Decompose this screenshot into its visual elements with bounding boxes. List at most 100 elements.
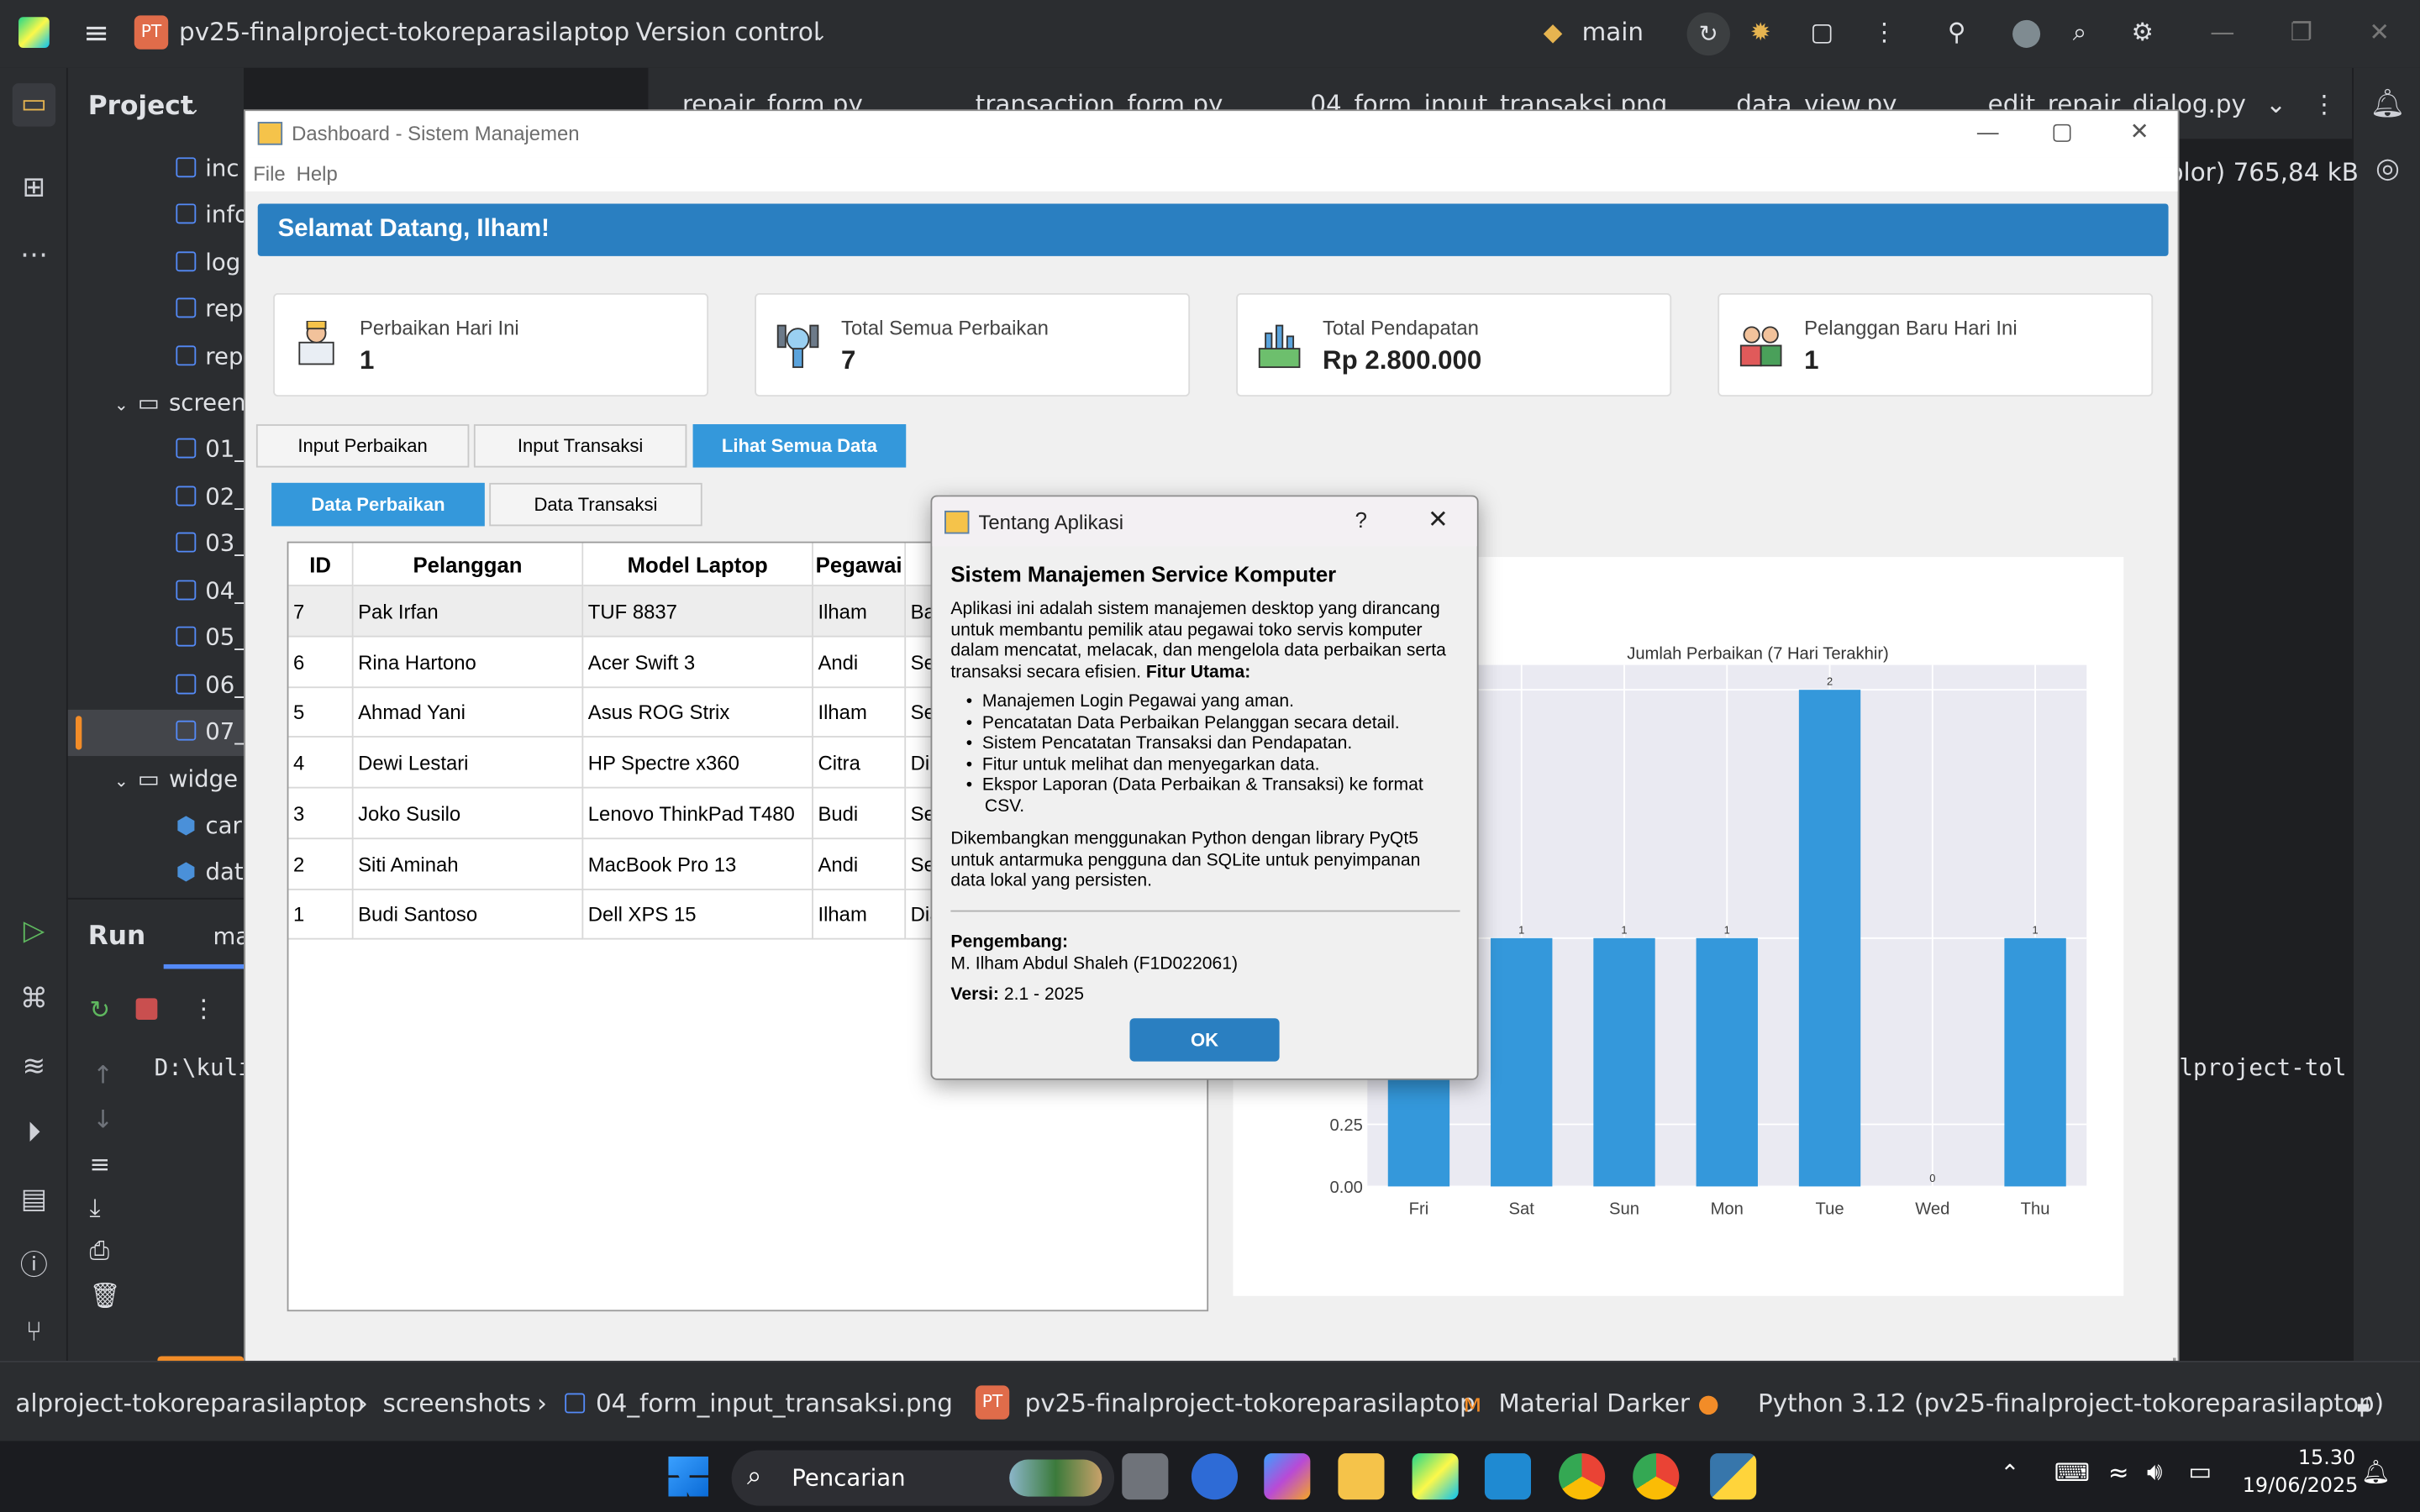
volume-icon[interactable]: 🔊︎ bbox=[2147, 1457, 2163, 1488]
table-cell[interactable]: Ilham bbox=[813, 585, 907, 638]
tree-item[interactable]: 03_ bbox=[176, 529, 246, 557]
task-view-icon[interactable] bbox=[1122, 1453, 1169, 1500]
more-tools-icon[interactable]: ⋯ bbox=[13, 234, 55, 277]
tree-item-selected[interactable]: 07_ bbox=[176, 717, 246, 745]
tree-folder[interactable]: ⌄ ▭ widge bbox=[114, 765, 238, 793]
notification-bell-icon[interactable]: 🔔︎ bbox=[2361, 1458, 2391, 1486]
git-icon[interactable]: ⑂ bbox=[13, 1311, 55, 1354]
structure-icon[interactable]: ⊞ bbox=[13, 166, 55, 209]
help-button[interactable]: ? bbox=[1355, 507, 1367, 532]
scroll-down-icon[interactable]: ↓ bbox=[92, 1105, 113, 1134]
tree-item[interactable]: log bbox=[176, 249, 240, 276]
battery-icon[interactable]: ▭ bbox=[2188, 1457, 2212, 1486]
restore-icon[interactable]: ❐ bbox=[2291, 17, 2312, 46]
table-cell[interactable]: Budi Santoso bbox=[353, 889, 584, 940]
table-cell[interactable]: Dewi Lestari bbox=[353, 738, 584, 789]
keyboard-icon[interactable]: ⌨ bbox=[2054, 1458, 2090, 1488]
vscode-icon[interactable] bbox=[1484, 1453, 1532, 1500]
more-icon[interactable]: ⋮ bbox=[192, 994, 216, 1023]
subtab-data-perbaikan[interactable]: Data Perbaikan bbox=[271, 482, 485, 527]
settings-icon[interactable]: ⚙ bbox=[2131, 17, 2153, 46]
table-cell[interactable]: MacBook Pro 13 bbox=[583, 838, 813, 890]
column-header[interactable]: Pelanggan bbox=[353, 543, 584, 586]
services-icon[interactable]: ⏵ bbox=[13, 1112, 55, 1155]
close-icon[interactable]: ✕ bbox=[2369, 17, 2390, 46]
tree-item[interactable]: 02_ bbox=[176, 483, 246, 511]
close-icon[interactable]: ✕ bbox=[2130, 118, 2149, 144]
search-icon[interactable]: ⌕ bbox=[2073, 17, 2086, 48]
theme-switcher[interactable]: Material Darker bbox=[1498, 1389, 1690, 1418]
tab-input-perbaikan[interactable]: Input Perbaikan bbox=[255, 424, 470, 468]
tree-item[interactable]: 06_ bbox=[176, 671, 246, 699]
column-header[interactable]: Model Laptop bbox=[583, 543, 813, 586]
layers-icon[interactable]: ≋ bbox=[13, 1046, 55, 1089]
column-header[interactable]: ID bbox=[288, 543, 354, 586]
table-cell[interactable]: Budi bbox=[813, 788, 907, 839]
start-icon[interactable] bbox=[668, 1456, 709, 1497]
tree-item[interactable]: 01_ bbox=[176, 435, 246, 463]
run-tool-icon[interactable]: ▷ bbox=[13, 911, 55, 953]
subtab-data-transaksi[interactable]: Data Transaksi bbox=[489, 482, 702, 527]
table-cell[interactable]: Lenovo ThinkPad T480 bbox=[583, 788, 813, 839]
table-cell[interactable]: 2 bbox=[288, 838, 354, 890]
project-panel-title[interactable]: Project bbox=[88, 91, 193, 122]
table-cell[interactable]: 3 bbox=[288, 788, 354, 839]
main-menu-icon[interactable]: ≡ bbox=[83, 17, 114, 48]
table-cell[interactable]: Andi bbox=[813, 636, 907, 688]
ai-assistant-icon[interactable] bbox=[2012, 19, 2041, 48]
clock-date[interactable]: 19/06/2025 bbox=[2243, 1475, 2359, 1499]
branch-switcher[interactable]: main bbox=[1582, 17, 1644, 46]
column-header[interactable]: Pegawai bbox=[813, 543, 907, 586]
clock-time[interactable]: 15.30 bbox=[2298, 1447, 2355, 1471]
tree-item[interactable]: 04_ bbox=[176, 577, 246, 605]
folder-icon[interactable]: ▭ bbox=[12, 83, 56, 127]
scroll-end-icon[interactable]: ⤓ bbox=[90, 1193, 101, 1224]
ok-button[interactable]: OK bbox=[1129, 1018, 1280, 1062]
stop-icon[interactable]: ▢ bbox=[1810, 17, 1833, 46]
table-cell[interactable]: HP Spectre x360 bbox=[583, 738, 813, 789]
rerun-icon[interactable]: ↻ bbox=[90, 995, 111, 1025]
breadcrumb-project[interactable]: alproject-tokoreparasilaptop bbox=[15, 1389, 364, 1418]
table-cell[interactable]: Ahmad Yani bbox=[353, 687, 584, 738]
ai-chat-icon[interactable]: ◎ bbox=[2366, 148, 2409, 191]
pycharm-icon[interactable] bbox=[1412, 1453, 1459, 1500]
table-cell[interactable]: 7 bbox=[288, 585, 354, 638]
tree-item[interactable]: ⬢ dat bbox=[176, 858, 243, 885]
table-cell[interactable]: Dell XPS 15 bbox=[583, 889, 813, 940]
minimize-icon[interactable]: — bbox=[1977, 118, 1999, 143]
tree-item[interactable]: rep bbox=[176, 343, 243, 370]
more-icon[interactable]: ⋮ bbox=[1872, 17, 1897, 46]
chevron-down-icon[interactable]: ⌄ bbox=[2265, 90, 2286, 119]
tree-folder[interactable]: ⌄ ▭ screen bbox=[114, 389, 246, 417]
version-control-menu[interactable]: Version control bbox=[636, 17, 820, 46]
chrome-icon[interactable] bbox=[1559, 1453, 1606, 1500]
tree-item[interactable]: rep bbox=[176, 295, 243, 323]
copilot-icon[interactable] bbox=[1264, 1453, 1311, 1500]
debug-icon[interactable]: ✹ bbox=[1750, 17, 1771, 46]
scroll-up-icon[interactable]: ↑ bbox=[92, 1060, 113, 1089]
add-user-icon[interactable]: ⚲ bbox=[1948, 17, 1966, 46]
maximize-icon[interactable]: ▢ bbox=[2051, 118, 2073, 144]
python-app-icon[interactable] bbox=[1710, 1453, 1757, 1500]
run-config-icon[interactable]: ↻ bbox=[1686, 12, 1730, 56]
table-cell[interactable]: Ilham bbox=[813, 687, 907, 738]
tree-item[interactable]: info bbox=[176, 201, 249, 228]
problems-icon[interactable]: ⓘ bbox=[13, 1245, 55, 1288]
table-cell[interactable]: Siti Aminah bbox=[353, 838, 584, 890]
lock-icon[interactable]: 🔓︎ bbox=[2357, 1389, 2373, 1420]
table-cell[interactable]: Citra bbox=[813, 738, 907, 789]
terminal-icon[interactable]: ▤ bbox=[13, 1179, 55, 1221]
chrome-icon[interactable] bbox=[1633, 1453, 1680, 1500]
table-cell[interactable]: Ilham bbox=[813, 889, 907, 940]
print-icon[interactable]: ⎙ bbox=[90, 1236, 110, 1267]
close-icon[interactable]: ✕ bbox=[1428, 505, 1449, 536]
menu-help[interactable]: Help bbox=[297, 162, 338, 186]
ai-app-icon[interactable] bbox=[1191, 1453, 1239, 1500]
table-cell[interactable]: Joko Susilo bbox=[353, 788, 584, 839]
interpreter-selector[interactable]: Python 3.12 (pv25-finalproject-tokorepar… bbox=[1758, 1389, 2384, 1418]
table-cell[interactable]: 5 bbox=[288, 687, 354, 738]
wifi-icon[interactable]: ≈ bbox=[2108, 1458, 2129, 1488]
file-explorer-icon[interactable] bbox=[1338, 1453, 1385, 1500]
table-cell[interactable]: TUF 8837 bbox=[583, 585, 813, 638]
menu-file[interactable]: File bbox=[253, 162, 285, 186]
